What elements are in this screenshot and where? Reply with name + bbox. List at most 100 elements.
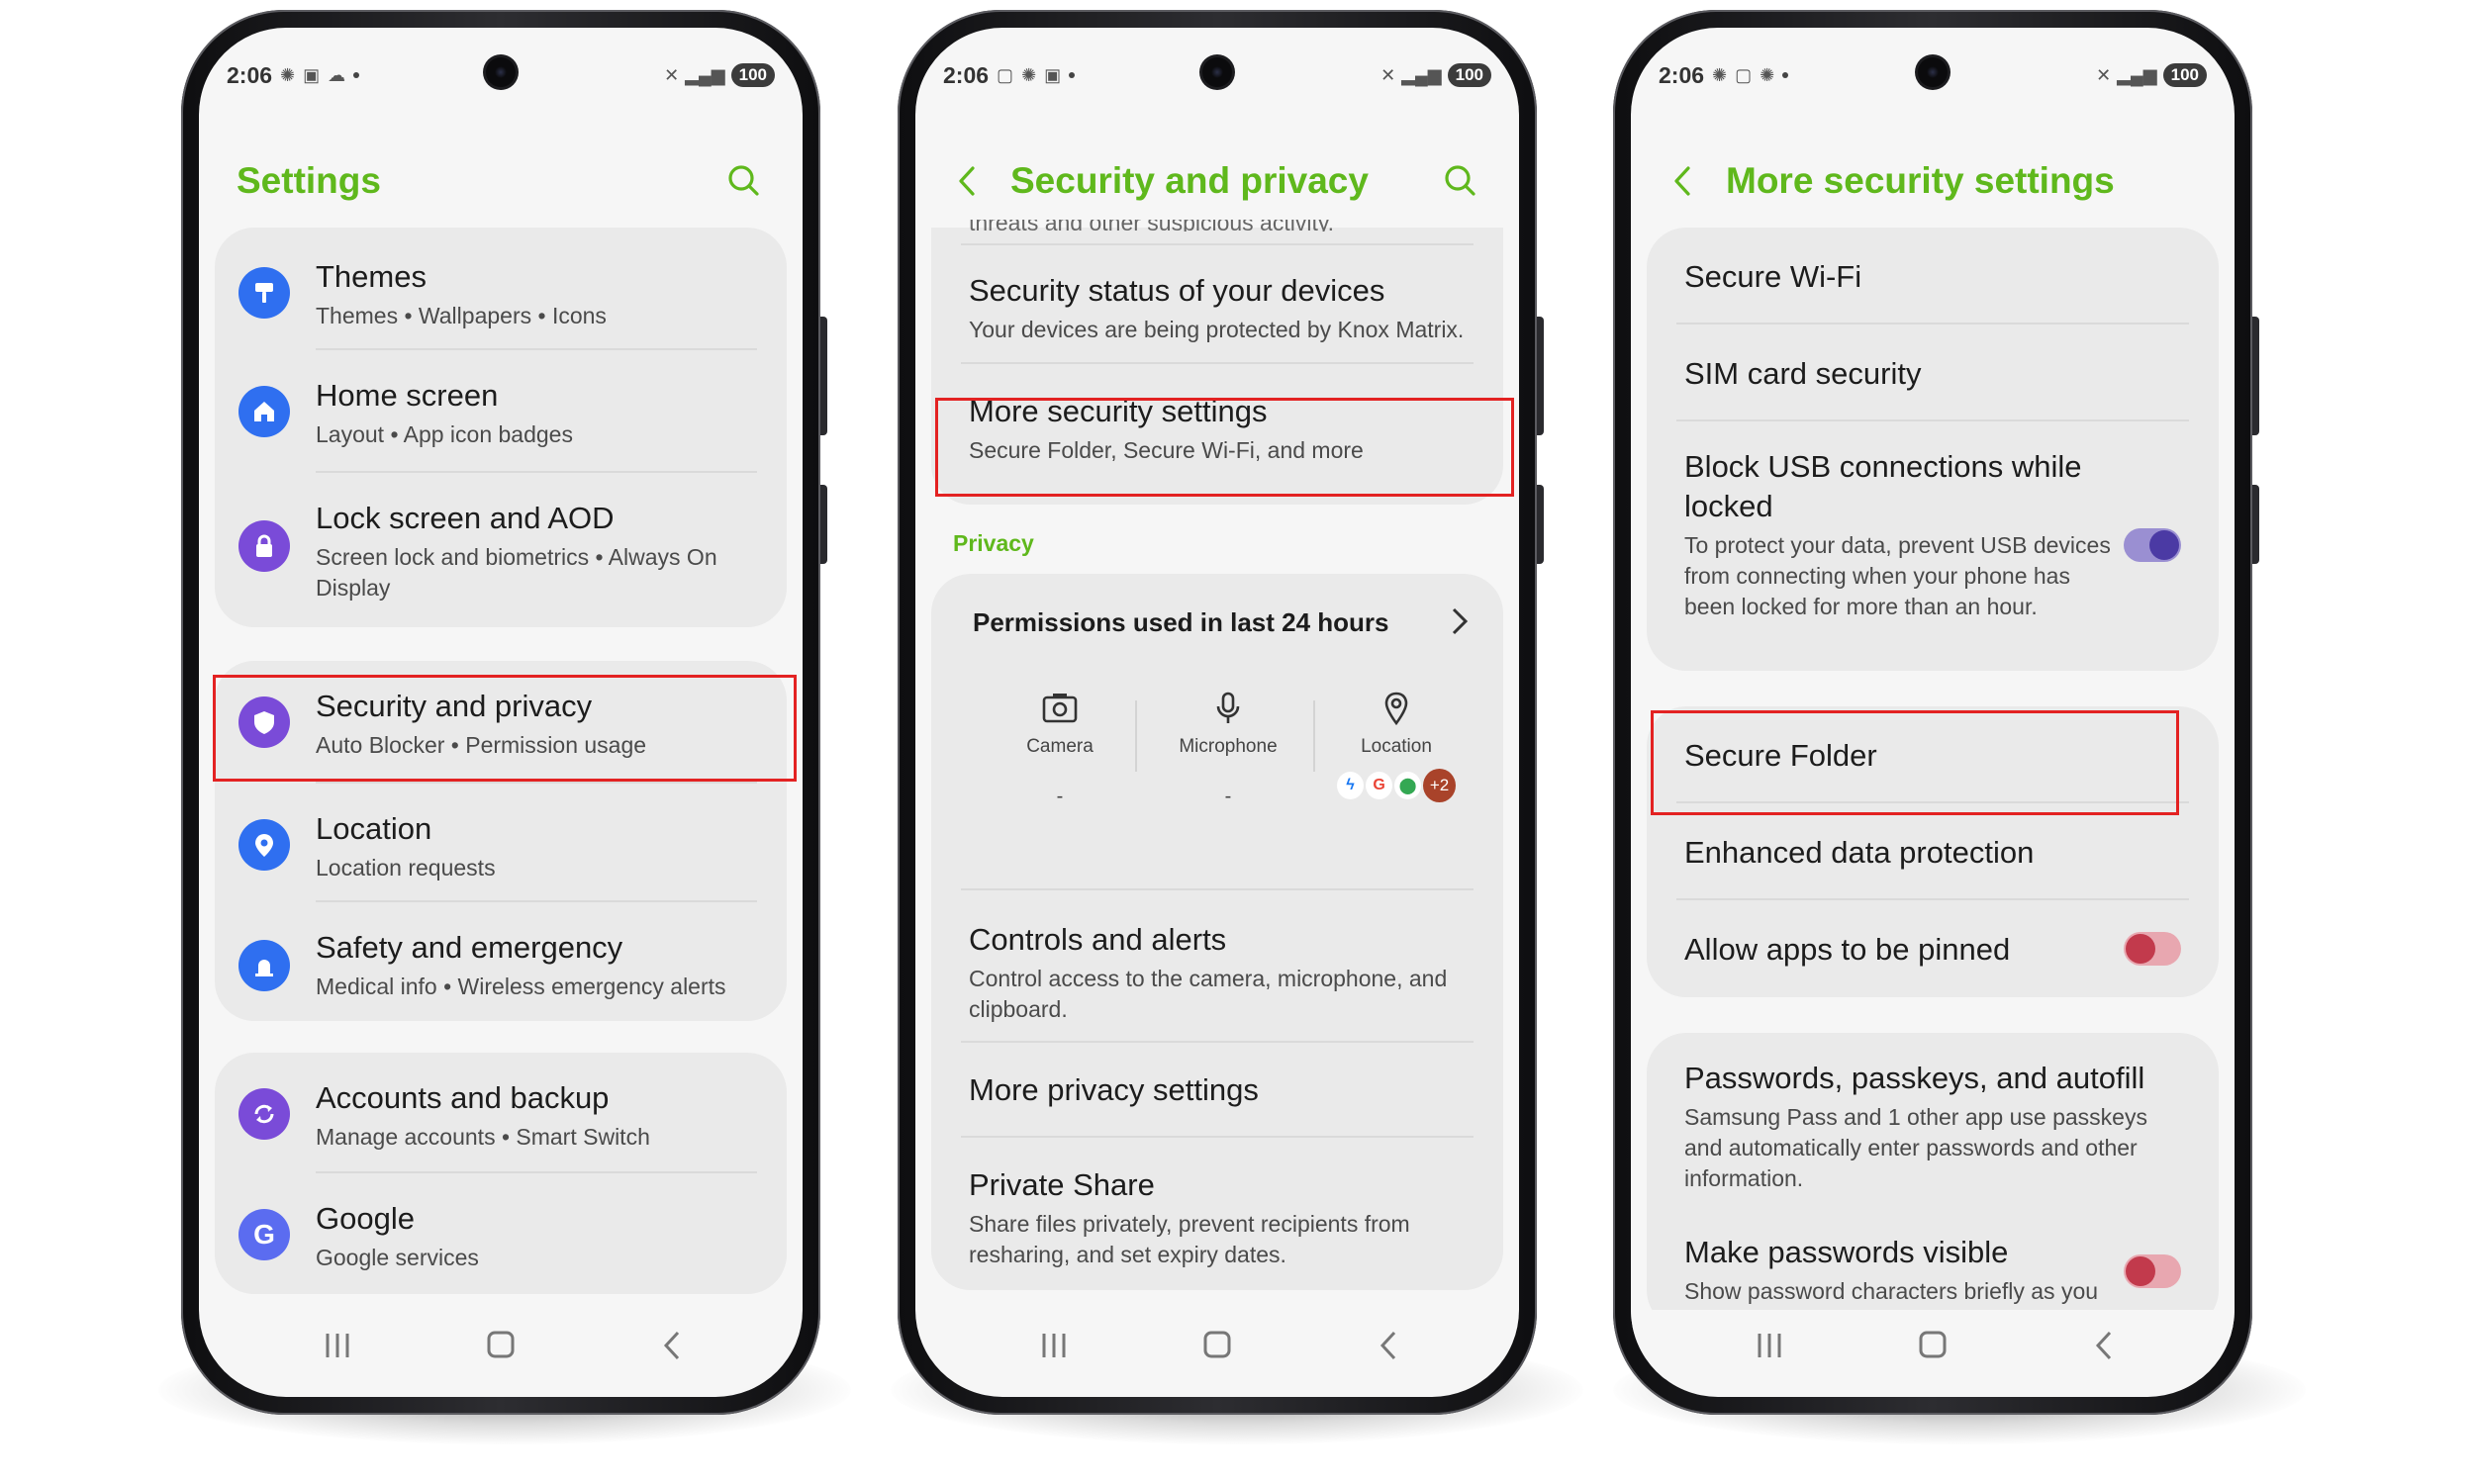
home-button-icon[interactable] [1197, 1328, 1237, 1363]
item-title: More privacy settings [969, 1072, 1259, 1107]
page-title: Settings [237, 160, 381, 201]
chevron-right-icon [1452, 607, 1469, 635]
status-time: 2:06 [943, 61, 990, 88]
settings-item-themes[interactable]: Themes Themes • Wallpapers • Icons [215, 228, 787, 350]
notification-icon: ✺ [1760, 64, 1775, 85]
item-title: Lock screen and AOD [316, 501, 615, 535]
phone-settings: 2:06 ✺ ▣ ☁ ✕ ▂▄▆ 100 Settings Themes The… [181, 10, 827, 1415]
notification-icon: ✺ [1021, 64, 1037, 85]
item-title: Themes [316, 259, 427, 294]
item-subtitle: Location requests [316, 855, 496, 881]
allow-pinned-apps-item[interactable]: Allow apps to be pinned [1647, 900, 2219, 997]
battery-indicator: 100 [2162, 63, 2207, 87]
notification-icon: ▣ [303, 64, 321, 85]
battery-indicator: 100 [1447, 63, 1491, 87]
status-time: 2:06 [227, 61, 273, 88]
home-icon [238, 386, 290, 437]
google-icon: G [238, 1209, 290, 1260]
allow-pinned-toggle[interactable] [2124, 932, 2181, 966]
status-time: 2:06 [1659, 61, 1705, 88]
signal-icon: ▂▄▆ [2117, 64, 2157, 85]
controls-alerts-item[interactable]: Controls and alerts Control access to th… [931, 888, 1503, 1043]
screen: 2:06 ✺ ▢ ✺ ✕ ▂▄▆ 100 More security setti… [1631, 28, 2235, 1397]
home-button-icon[interactable] [1913, 1328, 1952, 1363]
security-status-item[interactable]: Security status of your devices Your dev… [931, 243, 1503, 364]
more-privacy-settings-item[interactable]: More privacy settings [931, 1043, 1503, 1138]
more-notifications-dot [1782, 72, 1789, 78]
permission-location[interactable]: Location ϟ G ⬤ +2 [1337, 691, 1456, 802]
back-button-icon[interactable] [654, 1328, 694, 1363]
permissions-used-item[interactable]: Permissions used in last 24 hours [931, 574, 1503, 673]
item-title: Enhanced data protection [1684, 835, 2035, 870]
permission-label: Location [1361, 736, 1432, 757]
highlight-box [213, 675, 797, 782]
item-title: Block USB connections while locked [1684, 449, 2082, 523]
back-arrow-icon[interactable] [1661, 158, 1706, 204]
passwords-group: Passwords, passkeys, and autofill Samsun… [1647, 1033, 2219, 1330]
make-passwords-visible-toggle[interactable] [2124, 1254, 2181, 1288]
settings-item-safety-emergency[interactable]: Safety and emergency Medical info • Wire… [215, 902, 787, 1021]
back-button-icon[interactable] [1371, 1328, 1410, 1363]
settings-group: Accounts and backup Manage accounts • Sm… [215, 1053, 787, 1294]
item-subtitle: Layout • App icon badges [316, 421, 573, 447]
page-title: Security and privacy [1010, 160, 1369, 201]
home-button-icon[interactable] [481, 1328, 521, 1363]
settings-group: Themes Themes • Wallpapers • Icons Home … [215, 228, 787, 627]
battery-indicator: 100 [730, 63, 775, 87]
item-title: Passwords, passkeys, and autofill [1684, 1061, 2145, 1095]
item-subtitle: Share files privately, prevent recipient… [969, 1211, 1410, 1267]
item-subtitle: Medical info • Wireless emergency alerts [316, 974, 726, 999]
status-bar: 2:06 ✺ ▣ ☁ ✕ ▂▄▆ 100 [227, 55, 775, 95]
secure-wifi-item[interactable]: Secure Wi-Fi [1647, 228, 2219, 325]
page-title: More security settings [1726, 160, 2115, 201]
item-title: Home screen [316, 378, 499, 413]
search-icon[interactable] [1438, 158, 1483, 204]
settings-item-home-screen[interactable]: Home screen Layout • App icon badges [215, 350, 787, 473]
navigation-bar [915, 1310, 1519, 1379]
more-notifications-dot [1069, 72, 1076, 78]
item-subtitle: Control access to the camera, microphone… [969, 966, 1448, 1022]
location-icon [238, 819, 290, 871]
camera-icon [1042, 694, 1078, 723]
recents-icon[interactable] [1750, 1328, 1789, 1363]
permission-label: Microphone [1179, 736, 1278, 757]
block-usb-toggle[interactable] [2124, 528, 2181, 562]
permissions-title: Permissions used in last 24 hours [973, 607, 1389, 637]
item-title: Security status of your devices [969, 273, 1385, 308]
item-subtitle: Google services [316, 1245, 479, 1270]
notification-icon: ▣ [1044, 64, 1062, 85]
item-subtitle: Themes • Wallpapers • Icons [316, 303, 607, 328]
enhanced-data-protection-item[interactable]: Enhanced data protection [1647, 803, 2219, 900]
settings-item-lock-screen[interactable]: Lock screen and AOD Screen lock and biom… [215, 473, 787, 627]
search-icon[interactable] [721, 158, 767, 204]
lock-icon [238, 520, 290, 572]
cut-off-text: threats and other suspicious activity. [969, 220, 1334, 232]
mute-icon: ✕ [2096, 64, 2112, 85]
recents-icon[interactable] [318, 1328, 357, 1363]
make-passwords-visible-item[interactable]: Make passwords visible Show password cha… [1647, 1207, 2219, 1326]
navigation-bar [1631, 1310, 2235, 1379]
passwords-passkeys-item[interactable]: Passwords, passkeys, and autofill Samsun… [1647, 1033, 2219, 1207]
recents-icon[interactable] [1034, 1328, 1074, 1363]
sim-card-security-item[interactable]: SIM card security [1647, 325, 2219, 421]
more-apps-badge: +2 [1423, 769, 1456, 802]
privacy-group: Permissions used in last 24 hours Camera… [931, 574, 1503, 1290]
more-notifications-dot [353, 72, 360, 78]
permission-value: - [1224, 786, 1232, 807]
block-usb-item[interactable]: Block USB connections while locked To pr… [1647, 421, 2219, 671]
settings-item-google[interactable]: G Google Google services [215, 1173, 787, 1294]
permission-camera[interactable]: Camera - [1000, 691, 1119, 808]
item-subtitle: Show password characters briefly as you [1684, 1278, 2099, 1304]
item-title: Make passwords visible [1684, 1235, 2009, 1269]
private-share-item[interactable]: Private Share Share files privately, pre… [931, 1138, 1503, 1290]
back-arrow-icon[interactable] [945, 158, 991, 204]
settings-item-location[interactable]: Location Location requests [215, 784, 787, 902]
permission-label: Camera [1026, 736, 1094, 757]
back-button-icon[interactable] [2086, 1328, 2126, 1363]
item-title: Google [316, 1201, 415, 1236]
permission-value: - [1056, 786, 1064, 807]
settings-item-accounts-backup[interactable]: Accounts and backup Manage accounts • Sm… [215, 1053, 787, 1173]
permission-microphone[interactable]: Microphone - [1169, 691, 1287, 808]
title-bar: Settings [199, 146, 803, 216]
item-subtitle: To protect your data, prevent USB device… [1684, 532, 2111, 619]
